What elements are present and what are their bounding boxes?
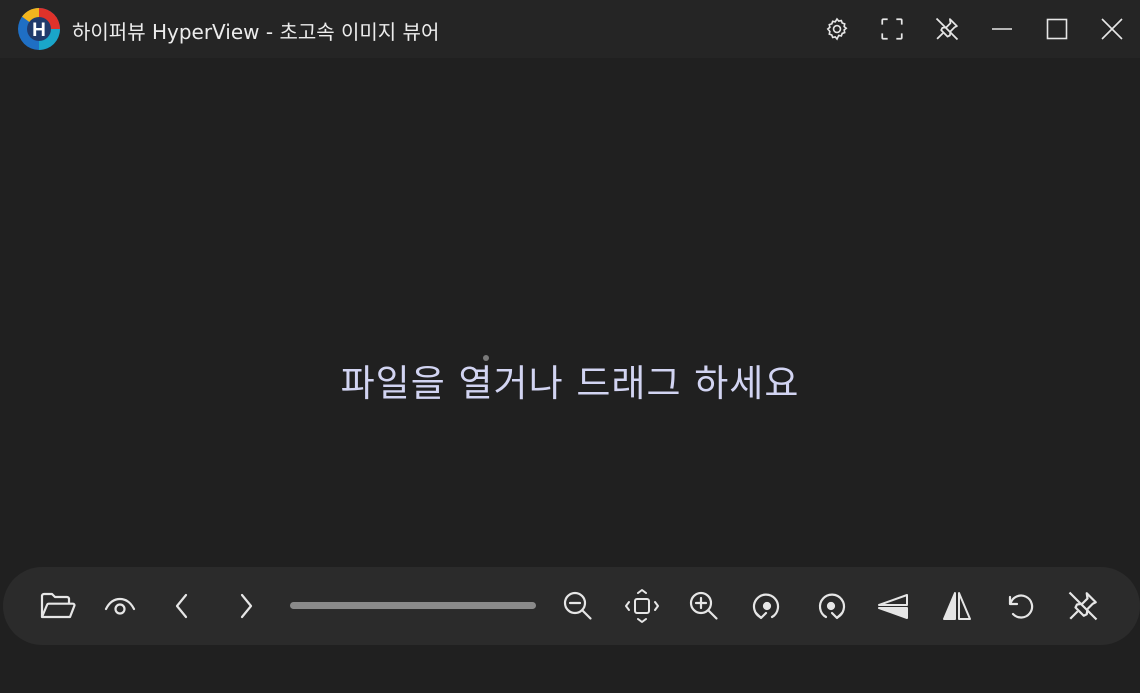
flip-vertical-button[interactable] [871, 584, 915, 628]
open-file-button[interactable] [36, 584, 80, 628]
title-bar[interactable]: H 하이퍼뷰 HyperView - 초고속 이미지 뷰어 [0, 0, 1140, 58]
undo-icon [1008, 594, 1034, 619]
folder-open-icon [40, 592, 76, 619]
view-button[interactable] [98, 584, 142, 628]
rotate-right-icon [818, 593, 846, 620]
zoom-out-button[interactable] [556, 584, 600, 628]
image-position-slider[interactable] [290, 602, 536, 609]
drop-hint-text: 파일을 열거나 드래그 하세요 [340, 362, 800, 405]
unpin-icon [935, 17, 959, 41]
rotate-left-button[interactable] [745, 584, 789, 628]
app-logo: H [17, 7, 61, 51]
toolbar-pin-button[interactable] [1061, 584, 1105, 628]
next-button[interactable] [224, 584, 268, 628]
flip-horizontal-icon [943, 592, 971, 620]
flip-horizontal-button[interactable] [935, 584, 979, 628]
close-button[interactable] [1092, 9, 1132, 49]
unpin-icon [1068, 591, 1098, 621]
close-icon [1101, 18, 1123, 40]
fullscreen-icon [881, 18, 903, 40]
pin-button[interactable] [927, 9, 967, 49]
fit-to-window-button[interactable] [620, 584, 664, 628]
fullscreen-button[interactable] [872, 9, 912, 49]
zoom-in-button[interactable] [682, 584, 726, 628]
minimize-icon [992, 28, 1012, 30]
app-window: H 하이퍼뷰 HyperView - 초고속 이미지 뷰어 파일을 열거나 드래… [0, 0, 1140, 693]
mouse-cursor [483, 355, 489, 361]
fit-icon [625, 589, 659, 623]
settings-button[interactable] [817, 9, 857, 49]
previous-button[interactable] [160, 584, 204, 628]
rotate-left-icon [752, 593, 780, 620]
chevron-right-icon [240, 593, 253, 619]
gear-icon [826, 17, 848, 41]
maximize-icon [1046, 18, 1068, 40]
zoom-out-icon [563, 591, 592, 620]
svg-text:H: H [32, 20, 46, 41]
rotate-right-button[interactable] [809, 584, 853, 628]
eye-icon [104, 597, 136, 615]
zoom-in-icon [689, 591, 718, 620]
window-title: 하이퍼뷰 HyperView - 초고속 이미지 뷰어 [72, 20, 440, 44]
minimize-button[interactable] [982, 9, 1022, 49]
reset-button[interactable] [998, 584, 1042, 628]
chevron-left-icon [175, 593, 188, 619]
flip-vertical-icon [878, 594, 908, 619]
bottom-toolbar [3, 567, 1140, 645]
maximize-button[interactable] [1037, 9, 1077, 49]
